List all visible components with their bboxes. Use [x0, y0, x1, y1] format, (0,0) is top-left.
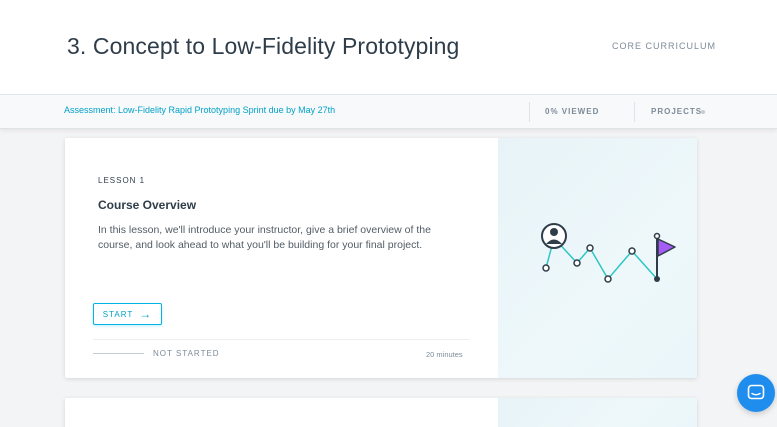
core-curriculum-link[interactable]: CORE CURRICULUM — [612, 41, 716, 51]
path-node — [628, 247, 636, 255]
progress-bar — [93, 353, 144, 354]
page-title: 3. Concept to Low-Fidelity Prototyping — [67, 33, 460, 59]
user-avatar-icon — [541, 223, 567, 249]
card-footer-divider — [93, 339, 470, 340]
assessment-link[interactable]: Assessment: Low-Fidelity Rapid Prototypi… — [64, 105, 335, 115]
path-node — [573, 259, 581, 267]
lesson-illustration-panel — [498, 398, 697, 427]
assessment-bar: Assessment: Low-Fidelity Rapid Prototypi… — [0, 94, 777, 129]
path-node — [586, 244, 594, 252]
lesson-status: NOT STARTED — [153, 349, 220, 358]
projects-link[interactable]: PROJECTS — [651, 107, 702, 116]
learning-path-illustration — [541, 223, 676, 283]
lesson-card: LESSON 1 Course Overview In this lesson,… — [65, 138, 697, 378]
lesson-card-next — [65, 398, 697, 427]
lesson-duration: 20 minutes — [426, 350, 463, 359]
divider — [529, 102, 530, 122]
lesson-illustration-panel — [498, 138, 697, 378]
lesson-title[interactable]: Course Overview — [98, 198, 196, 212]
chat-bubble-icon — [747, 384, 765, 400]
projects-indicator-dot — [701, 110, 705, 114]
lesson-number: LESSON 1 — [98, 176, 146, 185]
start-button[interactable]: START → — [93, 303, 162, 325]
path-node — [604, 275, 612, 283]
arrow-right-icon: → — [139, 307, 153, 321]
page-header: 3. Concept to Low-Fidelity Prototyping C… — [0, 0, 777, 94]
divider — [634, 102, 635, 122]
start-button-label: START — [102, 309, 134, 319]
viewed-status: 0% VIEWED — [545, 107, 600, 116]
flag-icon — [653, 232, 676, 282]
path-node — [542, 264, 550, 272]
lesson-description: In this lesson, we'll introduce your ins… — [98, 224, 431, 251]
chat-button[interactable] — [737, 374, 775, 412]
